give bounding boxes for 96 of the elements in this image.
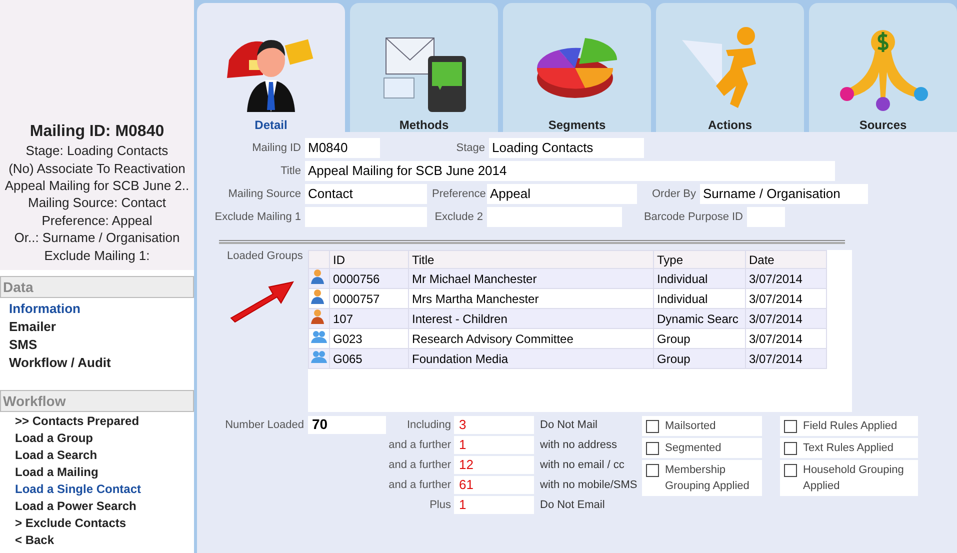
table-cell: G065	[330, 348, 408, 368]
checkbox-option[interactable]: Text Rules Applied	[780, 438, 918, 458]
summary-line: Or..: Surname / Organisation	[14, 229, 180, 247]
count-value: 1	[454, 496, 534, 514]
sidebar-link[interactable]: < Back	[15, 533, 54, 548]
table-cell: Dynamic Searc	[654, 308, 746, 328]
field-label: Exclude 2	[434, 211, 484, 223]
checkbox-option[interactable]: Segmented	[642, 438, 762, 458]
count-label: Including	[406, 418, 452, 433]
input-field[interactable]	[747, 207, 785, 227]
count-description: Do Not Email	[539, 498, 606, 513]
count-value: 3	[454, 416, 534, 434]
tab[interactable]: Methods	[350, 3, 498, 132]
count-value: 12	[454, 456, 534, 474]
input-field[interactable]: Appeal	[487, 184, 637, 204]
sidebar-link[interactable]: Information	[9, 301, 80, 316]
count-description: with no email / cc	[539, 458, 626, 473]
table-cell: Interest - Children	[408, 308, 654, 328]
sidebar-link[interactable]: Load a Power Search	[15, 499, 136, 514]
input-field[interactable]	[487, 207, 622, 227]
field-label: Stage	[455, 142, 486, 154]
table-cell: Group	[654, 348, 746, 368]
section-header: Workflow	[0, 390, 194, 412]
count-label: Plus	[428, 498, 452, 513]
person-icon	[311, 289, 324, 304]
summary-line: Mailing Source: Contact	[28, 194, 166, 212]
count-description: with no address	[539, 438, 618, 453]
section-header: Data	[0, 276, 194, 298]
input-field[interactable]: Contact	[305, 184, 427, 204]
count-value: 1	[454, 436, 534, 454]
count-description: Do Not Mail	[539, 418, 598, 433]
sidebar-link[interactable]: Load a Mailing	[15, 465, 98, 480]
field-label: Exclude Mailing 1	[214, 211, 302, 223]
sidebar-link[interactable]: > Exclude Contacts	[15, 516, 126, 531]
sidebar-link[interactable]: >> Contacts Prepared	[15, 414, 140, 429]
tab[interactable]: Actions	[656, 3, 804, 132]
sidebar-link[interactable]: SMS	[9, 337, 38, 352]
field-label: Mailing Source	[227, 188, 302, 200]
field-label: Order By	[650, 188, 697, 200]
checkbox[interactable]	[646, 420, 659, 433]
people-group-icon	[311, 329, 327, 344]
sidebar-link[interactable]: Load a Group	[15, 431, 93, 446]
sidebar-link[interactable]: Load a Search	[15, 448, 98, 463]
count-description: with no mobile/SMS	[539, 478, 638, 493]
field-label: Number Loaded	[224, 418, 305, 433]
number-loaded-field: 70	[308, 416, 386, 434]
table-cell: 3/07/2014	[746, 268, 826, 288]
table-cell: 107	[330, 308, 408, 328]
checkbox-option[interactable]: Field Rules Applied	[780, 416, 918, 436]
column-header: Type	[654, 250, 746, 268]
count-label: and a further	[388, 438, 452, 453]
summary-line: Appeal Mailing for SCB June 2..	[4, 176, 190, 194]
column-header: Date	[746, 250, 826, 268]
mailing-id-heading: Mailing ID: M0840	[30, 122, 164, 140]
checkbox-option[interactable]: Household Grouping Applied	[780, 460, 918, 496]
input-field[interactable]: Surname / Organisation	[700, 184, 868, 204]
person-icon	[311, 269, 324, 284]
table-cell: 3/07/2014	[746, 308, 826, 328]
summary-line: Exclude Mailing 1:	[44, 246, 150, 264]
sidebar-link[interactable]: Load a Single Contact	[15, 482, 142, 497]
table-cell: 3/07/2014	[746, 348, 826, 368]
field-label: Preference	[432, 188, 487, 200]
person-icon	[311, 309, 324, 324]
checkbox[interactable]	[784, 464, 797, 477]
table-cell: Mr Michael Manchester	[408, 268, 654, 288]
people-group-icon	[311, 349, 327, 364]
section-label: Loaded Groups	[227, 250, 304, 262]
tab[interactable]: Segments	[503, 3, 651, 132]
checkbox[interactable]	[646, 442, 659, 455]
summary-line: Stage: Loading Contacts	[26, 142, 168, 160]
input-field[interactable]: Loading Contacts	[489, 138, 644, 158]
sidebar-link[interactable]: Emailer	[9, 319, 56, 334]
table-cell: Foundation Media	[408, 348, 654, 368]
tab[interactable]: Sources	[809, 3, 957, 132]
checkbox-option[interactable]: Membership Grouping Applied	[642, 460, 762, 496]
input-field[interactable]: Appeal Mailing for SCB June 2014	[305, 161, 835, 181]
sidebar-link[interactable]: Workflow / Audit	[9, 355, 111, 370]
summary-line: (No) Associate To Reactivation	[8, 160, 186, 177]
input-field[interactable]: M0840	[305, 138, 380, 158]
checkbox[interactable]	[646, 464, 659, 477]
count-label: and a further	[388, 458, 452, 473]
table-cell: 0000756	[330, 268, 408, 288]
checkbox[interactable]	[784, 442, 797, 455]
column-header: Title	[408, 250, 654, 268]
table-cell: Individual	[654, 268, 746, 288]
summary-line: Preference: Appeal	[42, 212, 152, 230]
checkbox[interactable]	[784, 420, 797, 433]
field-label: Title	[280, 165, 302, 177]
count-value: 61	[454, 476, 534, 494]
checkbox-option[interactable]: Mailsorted	[642, 416, 762, 436]
tab[interactable]: Detail	[197, 3, 345, 132]
count-label: and a further	[388, 478, 452, 493]
column-header: ID	[330, 250, 408, 268]
input-field[interactable]	[305, 207, 427, 227]
field-label: Mailing ID	[251, 142, 302, 154]
field-label: Barcode Purpose ID	[642, 211, 744, 223]
